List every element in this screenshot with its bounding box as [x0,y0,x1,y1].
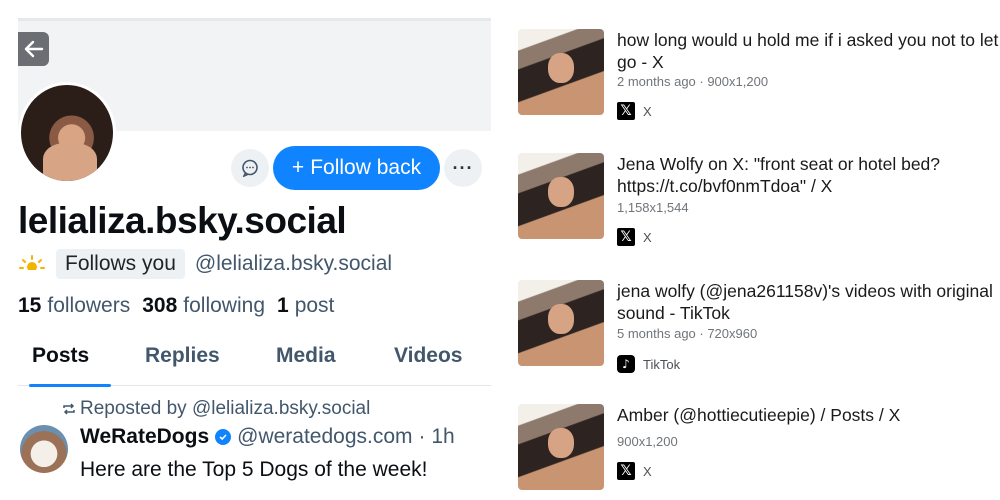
post-author-avatar[interactable] [20,425,68,473]
result-thumbnail[interactable] [518,29,604,115]
result-meta: 2 months ago · 900x1,200 [617,74,769,89]
repost-label: Reposted by @lelializa.bsky.social [80,398,371,419]
result-thumbnail[interactable] [518,280,604,366]
result-source[interactable]: 𝕏 X [617,102,652,120]
result-source-name: X [643,463,652,479]
x-logo-icon: 𝕏 [617,462,635,480]
result-source[interactable]: 𝕏 X [617,228,652,246]
followers-label[interactable]: followers [47,294,130,318]
post-author-name[interactable]: WeRateDogs [80,425,209,449]
post-header: WeRateDogs @weratedogs.com · 1h [80,425,455,449]
result-title[interactable]: how long would u hold me if i asked you … [617,29,1000,73]
tab-videos[interactable]: Videos [394,338,474,386]
tab-posts[interactable]: Posts [29,338,111,387]
x-logo-icon: 𝕏 [617,102,635,120]
result-source-name: X [643,229,652,245]
back-button[interactable] [18,32,49,66]
profile-display-name: lelializa.bsky.social [18,200,347,241]
repost-indicator[interactable]: Reposted by @lelializa.bsky.social [62,398,370,420]
result-meta: 5 months ago · 720x960 [617,326,758,341]
result-meta: 900x1,200 [617,434,678,449]
followers-count[interactable]: 15 [18,294,41,318]
tab-media[interactable]: Media [276,338,358,386]
post-text: Here are the Top 5 Dogs of the week! [80,458,428,481]
verified-check-icon [215,429,232,445]
result-thumbnail[interactable] [518,404,604,490]
profile-tabs: Posts Replies Media Videos [18,338,491,387]
sun-cloud-icon [18,250,46,278]
profile-meta-row: Follows you @lelializa.bsky.social [18,249,392,279]
result-source-name: TikTok [643,356,681,372]
tiktok-logo-icon: ♪ [617,355,635,373]
tab-replies[interactable]: Replies [145,338,240,386]
arrow-left-icon [24,40,43,58]
ellipsis-icon: ··· [452,157,474,178]
repost-icon [63,403,75,415]
plus-icon: + [291,156,305,179]
result-source[interactable]: ♪ TikTok [617,355,680,373]
profile-pane: + Follow back ··· lelializa.bsky.social … [0,0,500,500]
result-title[interactable]: Jena Wolfy on X: "front seat or hotel be… [617,153,1000,197]
image-results-pane: how long would u hold me if i asked you … [500,0,1000,500]
following-label[interactable]: following [183,294,265,318]
result-meta: 1,158x1,544 [617,200,689,215]
profile-avatar[interactable] [18,82,116,184]
result-title[interactable]: jena wolfy (@jena261158v)'s videos with … [617,280,1000,324]
profile-stats: 15 followers 308 following 1 post [18,294,340,318]
posts-count: 1 [277,294,289,317]
follow-back-label: Follow back [310,156,422,179]
chat-bubble-icon [242,159,258,177]
post-author-handle[interactable]: @weratedogs.com [237,425,412,449]
message-button[interactable] [231,149,269,187]
posts-label: post [294,294,335,317]
result-source-name: X [643,103,652,119]
post-time: · 1h [418,425,455,448]
x-logo-icon: 𝕏 [617,228,635,246]
follow-back-button[interactable]: + Follow back [273,146,440,190]
follows-you-badge: Follows you [56,249,185,279]
result-source[interactable]: 𝕏 X [617,462,652,480]
result-title[interactable]: Amber (@hottiecutieepie) / Posts / X [617,404,1000,426]
profile-handle: @lelializa.bsky.social [194,252,393,275]
result-thumbnail[interactable] [518,153,604,239]
following-count[interactable]: 308 [142,294,177,318]
more-options-button[interactable]: ··· [444,149,482,187]
